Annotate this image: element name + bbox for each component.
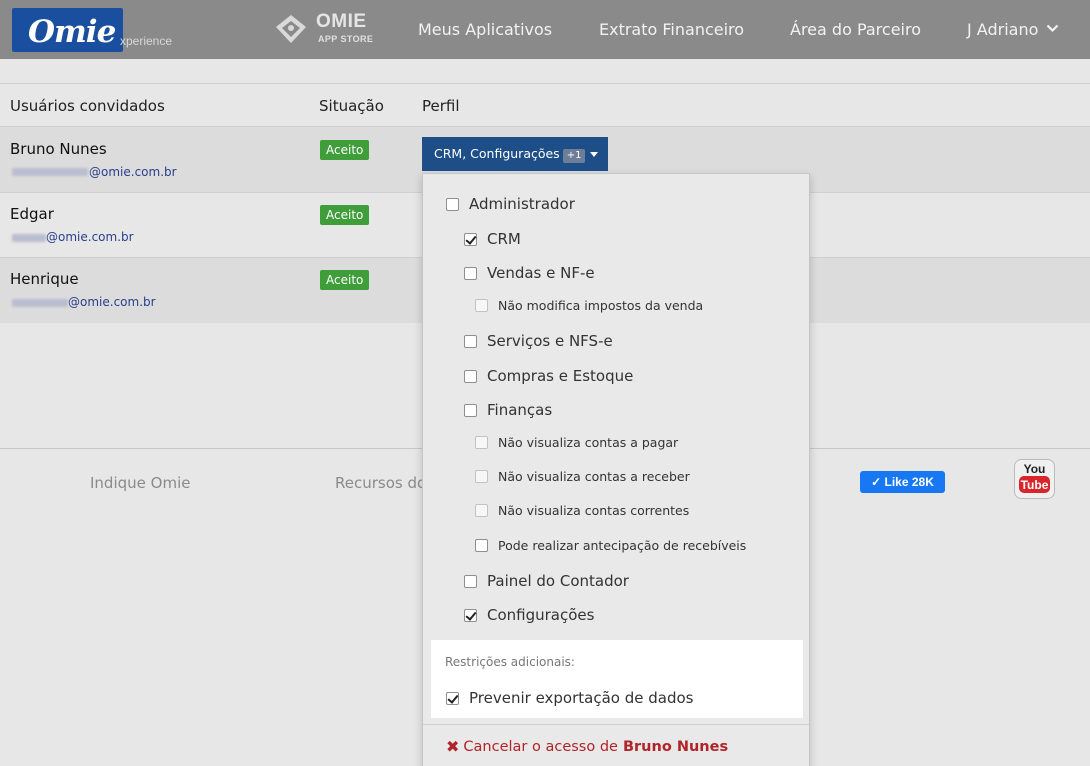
option-antecipacao-recebiveis[interactable]: Pode realizar antecipação de recebíveis <box>475 538 746 553</box>
nav-area-parceiro[interactable]: Área do Parceiro <box>790 20 921 39</box>
additional-restrictions-panel: Restrições adicionais: Prevenir exportaç… <box>431 640 803 718</box>
option-financas[interactable]: Finanças <box>464 401 552 419</box>
user-menu[interactable]: J Adriano <box>967 20 1038 39</box>
redacted-email <box>12 299 68 307</box>
chevron-down-icon[interactable] <box>1046 24 1059 33</box>
option-label: Pode realizar antecipação de recebíveis <box>498 538 747 553</box>
redacted-email <box>12 234 46 242</box>
checkbox[interactable] <box>475 470 488 483</box>
option-administrador[interactable]: Administrador <box>446 195 575 213</box>
option-label: Serviços e NFS-e <box>487 332 613 350</box>
option-label: Não visualiza contas a receber <box>498 469 690 484</box>
column-header-users: Usuários convidados <box>10 97 165 115</box>
user-email: @omie.com.br <box>68 295 156 309</box>
user-name: Henrique <box>10 270 79 288</box>
column-header-profile: Perfil <box>422 97 460 115</box>
option-nao-visualiza-receber[interactable]: Não visualiza contas a receber <box>475 469 690 484</box>
option-label: Não modifica impostos da venda <box>498 298 704 313</box>
option-nao-modifica-impostos[interactable]: Não modifica impostos da venda <box>475 298 703 313</box>
option-label: Não visualiza contas a pagar <box>498 435 679 450</box>
nav-extrato-financeiro[interactable]: Extrato Financeiro <box>599 20 744 39</box>
logo-text: Omie <box>28 14 116 50</box>
profile-button-label: CRM, Configurações <box>434 145 560 161</box>
dropdown-divider <box>423 724 809 725</box>
option-label: Configurações <box>487 606 595 624</box>
cancel-access-link[interactable]: ✖ Cancelar o acesso de Bruno Nunes <box>446 737 728 756</box>
checkbox[interactable] <box>475 539 488 552</box>
option-vendas-nfe[interactable]: Vendas e NF-e <box>464 264 595 282</box>
option-label: Compras e Estoque <box>487 367 634 385</box>
option-label: Finanças <box>487 401 553 419</box>
option-nao-visualiza-pagar[interactable]: Não visualiza contas a pagar <box>475 435 678 450</box>
profile-dropdown-button[interactable]: CRM, Configurações +1 <box>422 137 608 171</box>
checkbox-checked[interactable] <box>464 232 477 246</box>
store-icon[interactable] <box>272 13 310 45</box>
option-label: Administrador <box>469 195 575 213</box>
profile-count-badge: +1 <box>562 148 586 163</box>
checkbox[interactable] <box>446 197 459 211</box>
checkbox[interactable] <box>464 334 477 348</box>
user-email: @omie.com.br <box>46 230 134 244</box>
checkbox[interactable] <box>464 403 477 417</box>
option-label: CRM <box>487 230 521 248</box>
option-crm[interactable]: CRM <box>464 230 521 248</box>
additional-restrictions-title: Restrições adicionais: <box>445 655 575 669</box>
youtube-word-you: You <box>1024 462 1046 476</box>
option-label: Prevenir exportação de dados <box>469 689 694 707</box>
option-prevenir-exportacao[interactable]: Prevenir exportação de dados <box>446 689 693 707</box>
user-email: @omie.com.br <box>89 165 177 179</box>
check-icon: ✓ <box>871 475 885 489</box>
footer-link-indique[interactable]: Indique Omie <box>90 474 190 492</box>
checkbox-checked[interactable] <box>464 608 477 622</box>
facebook-like-button[interactable]: ✓ Like 28K <box>860 471 945 493</box>
status-badge: Aceito <box>320 270 370 290</box>
logo-subtitle: xperience <box>120 34 173 48</box>
status-badge: Aceito <box>320 140 370 160</box>
option-nao-visualiza-correntes[interactable]: Não visualiza contas correntes <box>475 503 689 518</box>
column-header-status: Situação <box>319 97 384 115</box>
caret-down-icon <box>590 151 599 157</box>
checkbox-checked[interactable] <box>446 691 459 705</box>
option-compras-estoque[interactable]: Compras e Estoque <box>464 367 633 385</box>
youtube-icon[interactable]: You Tube <box>1014 459 1055 499</box>
checkbox[interactable] <box>475 436 488 449</box>
profile-dropdown-menu: Administrador CRM Vendas e NF-e Não modi… <box>422 173 810 766</box>
redacted-email <box>12 168 88 176</box>
user-name: Bruno Nunes <box>10 140 107 158</box>
youtube-word-tube: Tube <box>1021 478 1049 492</box>
checkbox[interactable] <box>464 574 477 588</box>
top-navbar: Omie xperience OMIE APP STORE Meus Aplic… <box>0 0 1090 59</box>
checkbox[interactable] <box>464 369 477 383</box>
omie-logo[interactable]: Omie <box>12 8 123 52</box>
status-badge: Aceito <box>320 205 370 225</box>
like-label: Like 28K <box>884 475 934 489</box>
option-configuracoes[interactable]: Configurações <box>464 606 594 624</box>
option-label: Painel do Contador <box>487 572 629 590</box>
option-label: Vendas e NF-e <box>487 264 595 282</box>
x-icon: ✖ <box>446 737 460 756</box>
footer-link-recursos[interactable]: Recursos do <box>335 474 426 492</box>
checkbox[interactable] <box>475 299 488 312</box>
checkbox[interactable] <box>464 266 477 280</box>
option-label: Não visualiza contas correntes <box>498 503 690 518</box>
nav-meus-aplicativos[interactable]: Meus Aplicativos <box>418 20 552 39</box>
option-painel-contador[interactable]: Painel do Contador <box>464 572 629 590</box>
user-name: Edgar <box>10 205 54 223</box>
option-servicos-nfse[interactable]: Serviços e NFS-e <box>464 332 613 350</box>
checkbox[interactable] <box>475 504 488 517</box>
table-top-divider <box>0 83 1090 84</box>
app-store-subtitle: APP STORE <box>318 34 374 44</box>
app-store-title[interactable]: OMIE <box>316 11 367 33</box>
cancel-access-user: Bruno Nunes <box>622 738 729 755</box>
cancel-access-text: Cancelar o acesso de <box>463 738 618 755</box>
